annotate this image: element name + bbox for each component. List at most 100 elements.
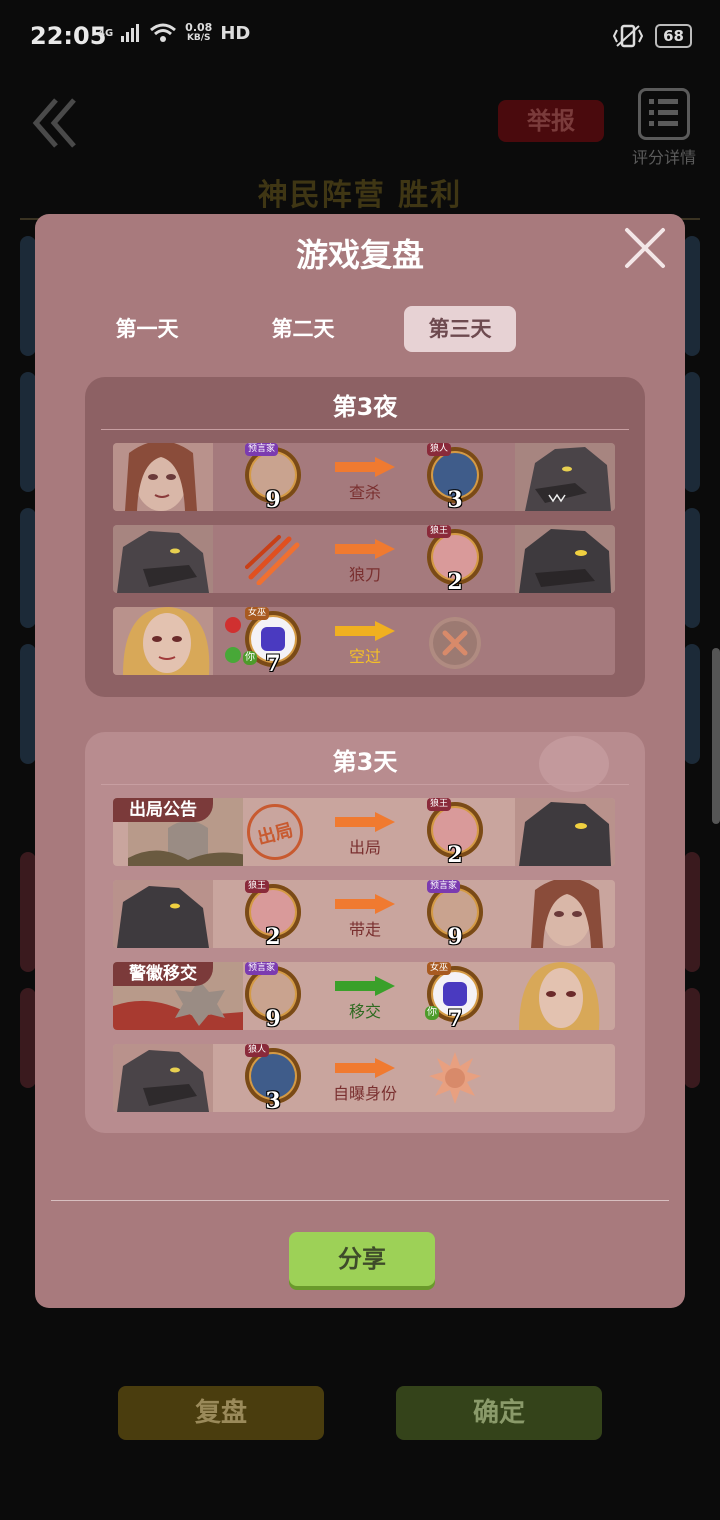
sticker-icon [443,982,467,1006]
list-item: 预言家 9 查杀 狼人 3 [113,443,615,511]
player-avatar[interactable]: 预言家 9 [245,443,301,511]
wolf-king-portrait-art [113,880,213,948]
player-avatar[interactable]: 预言家 9 [245,962,301,1030]
seat-number: 7 [447,1006,463,1030]
list-icon [638,88,690,140]
seat-number: 9 [447,924,463,948]
net-speed-unit: KB/S [186,33,211,43]
net-speed-value: 0.08 [185,21,213,34]
claw-slash-icon [245,535,300,585]
seat-number: 9 [265,487,281,511]
player-avatar[interactable]: 女巫 你 7 [425,962,483,1030]
seat-number: 7 [265,651,281,675]
close-icon[interactable] [623,226,667,270]
back-icon[interactable] [30,96,80,150]
list-item: 警徽移交 预言家 9 移交 女巫 你 7 [113,962,615,1030]
role-badge: 女巫 [245,607,270,620]
werewolf-portrait-art [113,525,213,593]
role-badge: 狼人 [427,443,452,456]
confirm-button[interactable]: 确定 [396,1386,602,1440]
status-right: 68 [613,24,692,48]
role-badge: 狼人 [245,1044,270,1057]
player-avatar[interactable]: 狼人 3 [245,1044,301,1112]
bg-card-right [684,236,700,356]
arrow-icon [335,457,395,477]
score-detail-button[interactable]: 评分详情 [624,88,704,168]
player-avatar[interactable]: 预言家 9 [427,880,483,948]
player-avatar[interactable]: 狼王 2 [245,880,301,948]
bg-card-right [684,988,700,1088]
action-label: 查杀 [348,483,381,502]
modal-title: 游戏复盘 [295,236,424,274]
replay-modal: 游戏复盘 第一天 第二天 第三天 第3夜 预言家 9 查杀 狼人 3 狼刀 狼王… [35,214,685,1308]
arrow-icon [335,621,395,641]
bg-card-right [684,644,700,764]
role-badge: 狼王 [427,798,452,811]
bottom-divider [51,1200,669,1201]
section-divider [101,784,629,785]
arrow-icon [335,976,395,996]
potion-icon [225,617,241,663]
section-tag: 警徽移交 [113,962,213,986]
role-badge: 狼王 [245,880,270,893]
werewolf-portrait-art [515,443,615,511]
seat-number: 3 [265,1088,281,1112]
list-item: 狼王 2 带走 预言家 9 [113,880,615,948]
list-item: 女巫 你 7 空过 [113,607,615,675]
seer-portrait-art [515,880,615,948]
scroll-indicator[interactable] [712,648,720,824]
witch-portrait-art [113,607,213,675]
seat-number: 9 [265,1006,281,1030]
bg-card-left [20,988,36,1088]
role-badge: 预言家 [245,962,279,975]
clock: 22:05 [30,22,107,50]
tab-day-2[interactable]: 第二天 [247,306,359,352]
battery-indicator: 68 [655,24,692,48]
sticker-icon [261,627,285,651]
day-section-title: 第3天 [332,748,398,776]
night-section-title: 第3夜 [332,393,398,421]
arrow-icon [335,1058,395,1078]
action-label: 狼刀 [348,565,381,584]
section-tag: 出局公告 [113,798,213,822]
player-avatar[interactable]: 狼王 2 [427,525,483,593]
empty-target-slot [429,617,481,669]
bg-card-right [684,508,700,628]
section-divider [101,429,629,430]
score-detail-label: 评分详情 [631,148,696,167]
share-button[interactable]: 分享 [289,1232,435,1286]
night-section: 第3夜 预言家 9 查杀 狼人 3 狼刀 狼王 2 女巫 你 7 空过 [85,377,645,697]
bg-card-left [20,236,36,356]
role-badge: 预言家 [245,443,279,456]
action-label: 移交 [348,1002,381,1021]
replay-button[interactable]: 复盘 [118,1386,324,1440]
wifi-icon [150,23,177,42]
list-item: 狼人 3 自曝身份 [113,1044,615,1112]
arrow-icon [335,894,395,914]
signal-icon [121,24,140,42]
list-item: 出局公告 出局 出局 狼王 2 [113,798,615,866]
bg-card-left [20,644,36,764]
bg-card-left [20,508,36,628]
net-speed: 0.08 KB/S [185,22,212,44]
arrow-icon [335,812,395,832]
tab-day-1[interactable]: 第一天 [91,306,203,352]
role-badge: 女巫 [427,962,452,975]
out-stamp: 出局 [247,804,303,860]
player-avatar[interactable]: 女巫 你 7 [243,607,301,675]
cross-icon [442,630,468,656]
wolf-king-portrait-art [515,525,615,593]
camp-result-title: 神民阵营 胜利 [257,178,463,213]
player-avatar[interactable]: 狼人 3 [427,443,483,511]
werewolf-portrait-art [113,1044,213,1112]
action-label: 自曝身份 [332,1084,397,1103]
role-badge: 预言家 [427,880,461,893]
player-avatar[interactable]: 狼王 2 [427,798,483,866]
explosion-icon [429,1052,481,1104]
report-button[interactable]: 举报 [498,100,604,142]
seat-number: 2 [447,569,463,593]
wolf-king-portrait-art [515,798,615,866]
witch-portrait-art [503,962,603,1030]
tab-day-3[interactable]: 第三天 [404,306,516,352]
bg-card-left [20,852,36,972]
